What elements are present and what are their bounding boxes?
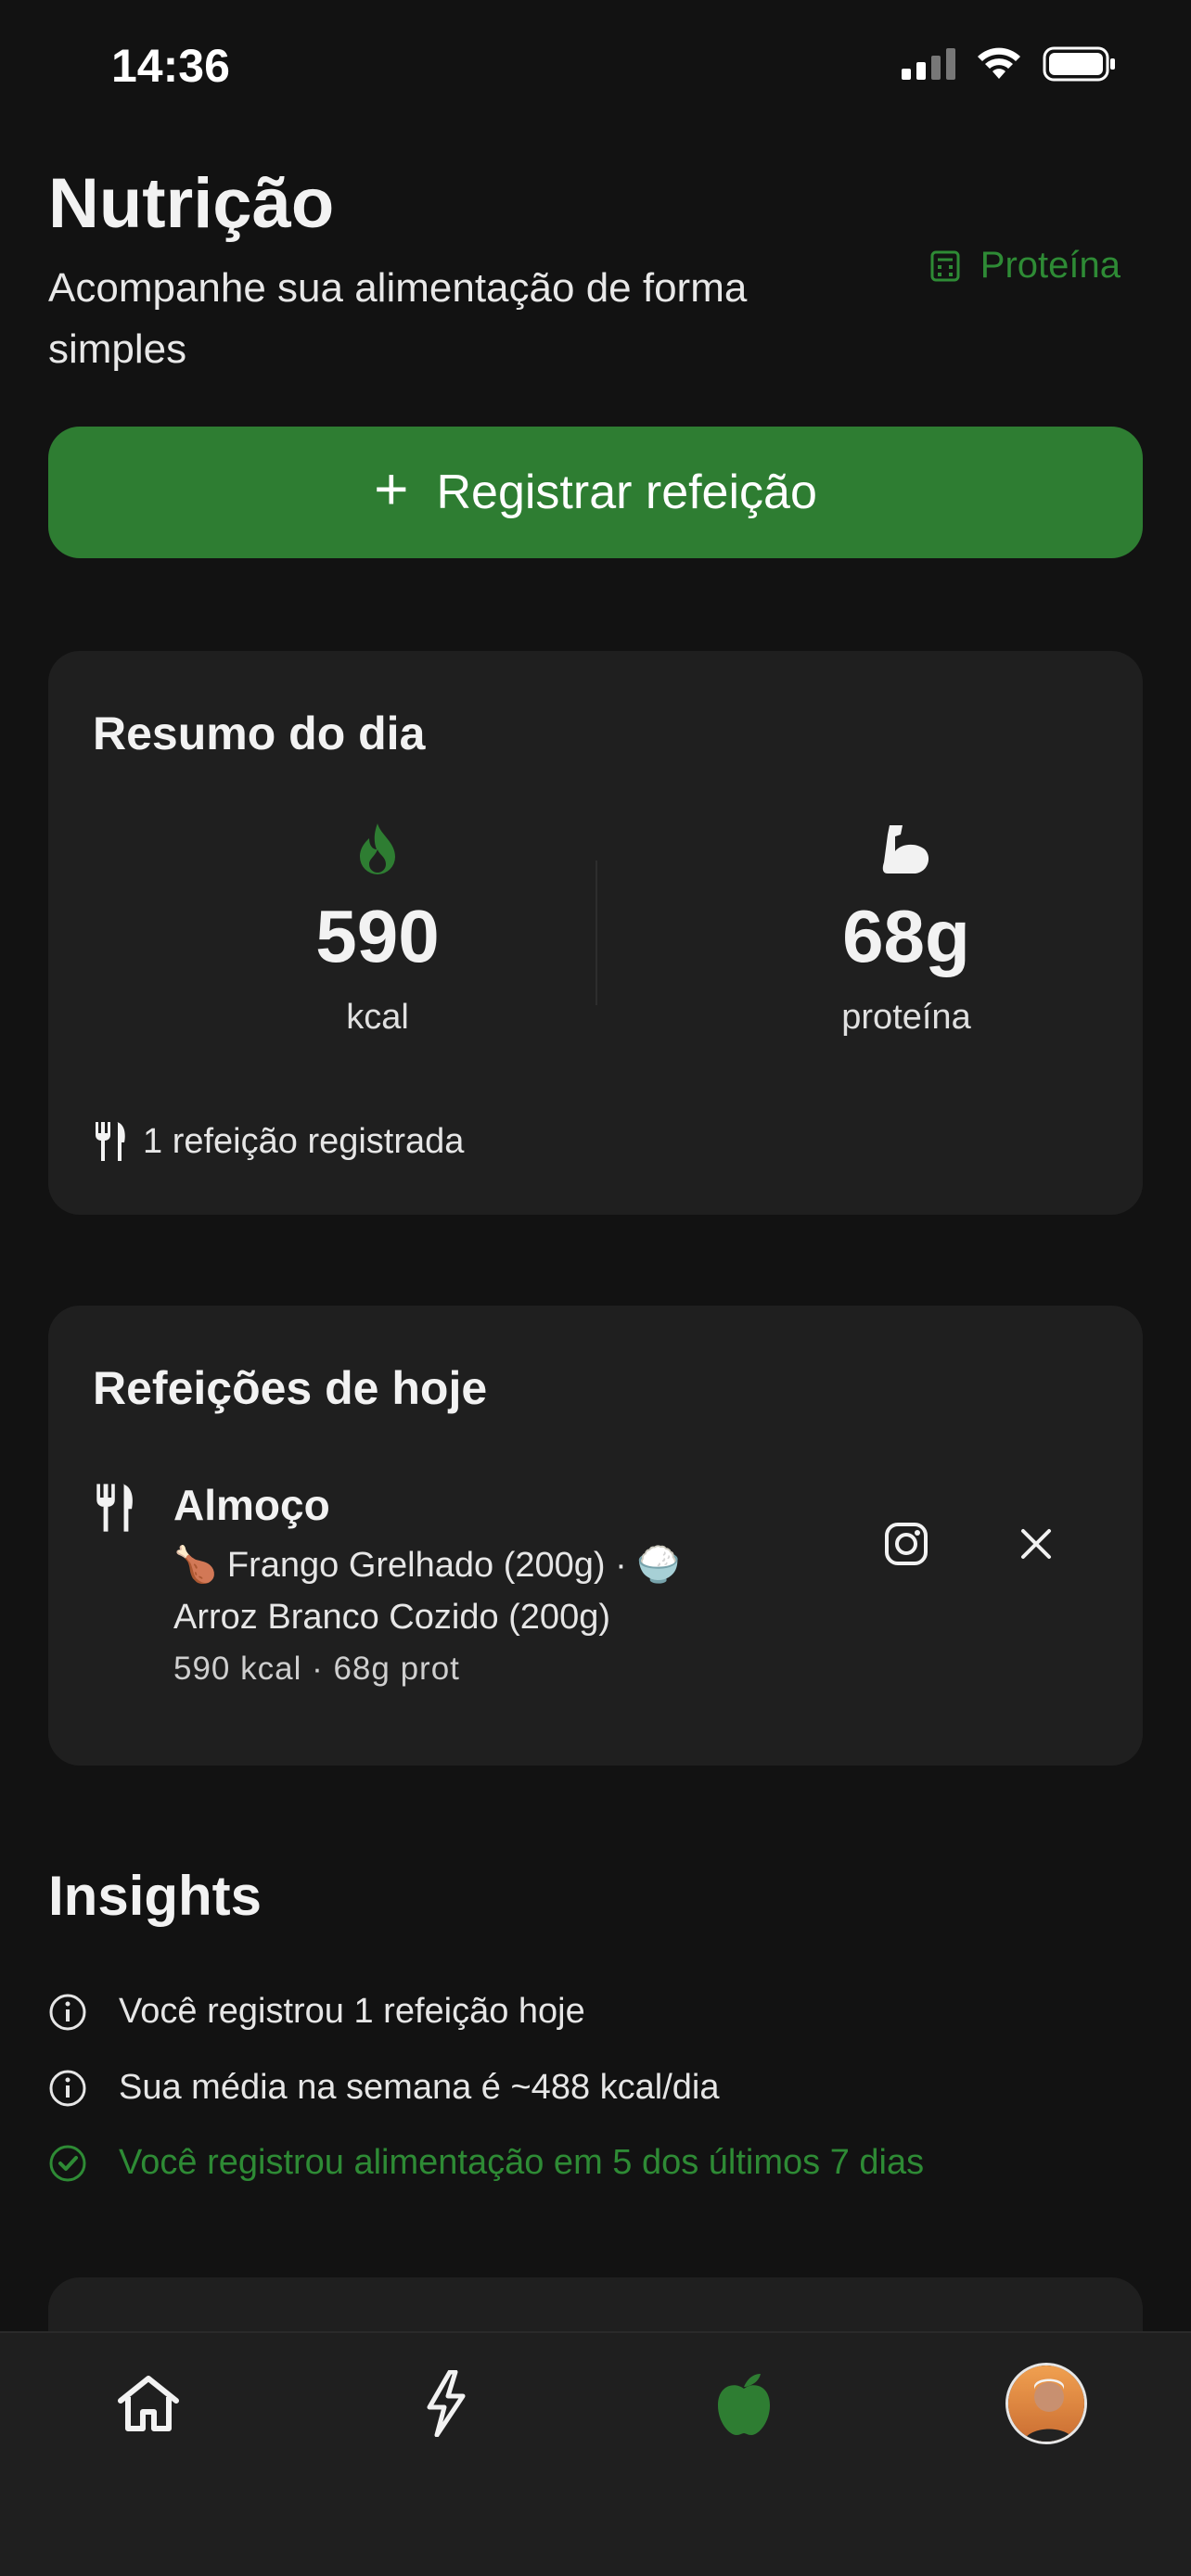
todays-meals-card: Refeições de hoje Almoço 🍗 Frango Grelha… [48, 1306, 1143, 1766]
nav-profile[interactable] [1000, 2357, 1093, 2450]
register-meal-button[interactable]: + Registrar refeição [48, 427, 1143, 558]
calculator-icon [930, 250, 960, 281]
insight-text: Você registrou 1 refeição hoje [119, 1992, 585, 2031]
status-icons [902, 46, 1117, 82]
meals-title: Refeições de hoje [93, 1362, 488, 1414]
wifi-icon [978, 47, 1020, 79]
instagram-icon [885, 1523, 928, 1565]
fork-knife-icon [96, 1122, 125, 1161]
close-icon [1021, 1529, 1051, 1559]
register-meal-label: Registrar refeição [436, 465, 817, 519]
calories-value: 590 [315, 895, 440, 977]
meal-foods-line-2: Arroz Branco Cozido (200g) [173, 1598, 610, 1637]
flexed-arm-icon [882, 825, 929, 874]
fork-knife-icon [96, 1484, 133, 1532]
calories-stat: 590 kcal [173, 820, 582, 1038]
nav-workouts[interactable] [399, 2357, 492, 2450]
lightning-icon [427, 2370, 466, 2437]
insight-item: Você registrou 1 refeição hoje [48, 1992, 585, 2032]
protein-link-label: Proteína [980, 245, 1121, 286]
page-subtitle: Acompanhe sua alimentação de forma simpl… [48, 265, 748, 372]
summary-title: Resumo do dia [93, 708, 426, 759]
info-icon [49, 2070, 86, 2106]
info-icon [49, 1994, 86, 2030]
battery-icon [1043, 46, 1115, 82]
meal-foods: 🍗 Frango Grelhado (200g) · 🍚 Arroz Branc… [173, 1539, 823, 1643]
meals-count-text: 1 refeição registrada [143, 1121, 465, 1161]
insights-title: Insights [48, 1865, 263, 1927]
stat-divider [596, 861, 597, 1005]
protein-stat: 68g proteína [702, 820, 1110, 1038]
insight-item: Você registrou alimentação em 5 dos últi… [48, 2143, 924, 2183]
calories-label: kcal [346, 998, 409, 1037]
meal-totals: 590 kcal · 68g prot [173, 1651, 460, 1687]
bottom-navigation [0, 2331, 1191, 2576]
daily-summary-card: Resumo do dia 590 kcal 68g proteína 1 re… [48, 651, 1143, 1215]
page-title: Nutrição [48, 164, 335, 243]
home-icon [118, 2376, 179, 2431]
protein-label: proteína [841, 998, 971, 1037]
meals-count: 1 refeição registrada [93, 1120, 464, 1163]
check-circle-icon [49, 2145, 86, 2181]
protein-calculator-link[interactable]: Proteína [930, 245, 1121, 287]
flame-icon [360, 823, 395, 874]
cellular-signal-icon [902, 48, 955, 80]
nav-nutrition[interactable] [698, 2357, 790, 2450]
share-instagram-button[interactable] [874, 1511, 939, 1576]
apple-icon [718, 2374, 770, 2435]
nav-home[interactable] [102, 2357, 195, 2450]
insight-item: Sua média na semana é ~488 kcal/dia [48, 2068, 719, 2108]
plus-icon: + [374, 455, 409, 522]
status-time: 14:36 [111, 40, 230, 92]
insight-text: Sua média na semana é ~488 kcal/dia [119, 2068, 720, 2107]
avatar [1005, 2363, 1087, 2444]
meal-name: Almoço [173, 1481, 330, 1529]
protein-value: 68g [842, 895, 970, 977]
insight-text: Você registrou alimentação em 5 dos últi… [119, 2143, 925, 2182]
meal-foods-line-1: 🍗 Frango Grelhado (200g) · 🍚 [173, 1546, 681, 1585]
delete-meal-button[interactable] [1004, 1511, 1069, 1576]
status-bar: 14:36 [0, 0, 1191, 130]
